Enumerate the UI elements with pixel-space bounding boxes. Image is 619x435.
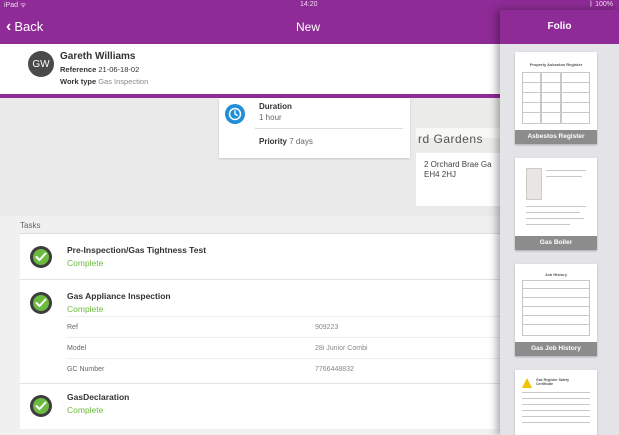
map-street-label: rd Gardens	[418, 132, 484, 146]
reference-value: 21-06-18-02	[98, 65, 140, 74]
client-name: Gareth Williams	[60, 51, 136, 62]
back-button-label: Back	[14, 19, 44, 34]
detail-row-model: Model 28i Junior Combi	[67, 337, 500, 358]
thumbnail-heading: Property Asbestos Register	[529, 62, 583, 67]
clock-icon	[225, 104, 245, 124]
detail-value: 7766448832	[315, 366, 354, 373]
detail-key: Ref	[67, 324, 78, 331]
status-bar: iPad ᯤ 14:20 ᛒ 100%	[0, 0, 619, 10]
folio-document-gas-boiler[interactable]: Gas Boiler	[515, 158, 597, 250]
document-caption: Gas Boiler	[515, 236, 597, 250]
avatar: GW	[28, 51, 54, 77]
warning-icon	[522, 378, 532, 388]
folio-document-asbestos-register[interactable]: Property Asbestos Register Asbestos Regi…	[515, 52, 597, 144]
folio-title: Folio	[500, 10, 619, 44]
thumbnail-heading: Gas Register Safety Certificate	[536, 378, 570, 386]
document-thumbnail	[520, 162, 592, 232]
nav-bar: ‹ Back New	[0, 10, 500, 44]
page-title: New	[296, 20, 321, 34]
address-line2: EH4 2HJ	[424, 170, 457, 179]
work-type-row: Work type Gas Inspection	[60, 77, 148, 86]
task-status: Complete	[67, 405, 104, 415]
task-status: Complete	[67, 258, 104, 268]
detail-key: Model	[67, 345, 87, 352]
document-thumbnail: Gas Register Safety Certificate	[520, 374, 592, 435]
thumbnail-heading: Job History	[544, 272, 567, 277]
job-details-area: Duration 1 hour Priority 7 days rd Garde…	[0, 98, 500, 216]
client-header: GW Gareth Williams Reference 21-06-18-02…	[0, 44, 500, 94]
map-view[interactable]: rd Gardens	[416, 98, 500, 153]
priority-value: 7 days	[289, 137, 313, 146]
complete-check-icon	[30, 292, 52, 314]
task-item[interactable]: GasDeclaration Complete	[20, 384, 500, 430]
document-thumbnail: Job History	[520, 268, 592, 338]
duration-value: 1 hour	[259, 113, 282, 122]
task-list: Pre-Inspection/Gas Tightness Test Comple…	[20, 233, 500, 429]
task-title: Pre-Inspection/Gas Tightness Test	[67, 245, 207, 255]
job-info-card: Duration 1 hour Priority 7 days	[219, 98, 410, 158]
address-line1: 2 Orchard Brae Ga	[424, 160, 492, 169]
task-title: GasDeclaration	[67, 392, 130, 402]
reference-label: Reference	[60, 65, 97, 74]
detail-value: 28i Junior Combi	[315, 345, 368, 352]
folio-document-gas-safety-certificate[interactable]: Gas Register Safety Certificate	[515, 370, 597, 435]
tasks-section-label: Tasks	[20, 221, 41, 230]
work-type-value: Gas Inspection	[98, 77, 149, 86]
status-time: 14:20	[300, 1, 318, 8]
folio-panel: Folio Property Asbestos Register Asbesto…	[500, 10, 619, 435]
task-item[interactable]: Gas Appliance Inspection Complete Ref 90…	[20, 280, 500, 384]
chevron-left-icon: ‹	[6, 17, 12, 35]
folio-document-gas-job-history[interactable]: Job History Gas Job History	[515, 264, 597, 356]
priority-row: Priority 7 days	[259, 137, 313, 146]
location-card[interactable]: rd Gardens 2 Orchard Brae Ga EH4 2HJ	[416, 98, 500, 206]
detail-key: GC Number	[67, 366, 105, 373]
task-item[interactable]: Pre-Inspection/Gas Tightness Test Comple…	[20, 234, 500, 280]
document-caption: Asbestos Register	[515, 130, 597, 144]
complete-check-icon	[30, 246, 52, 268]
reference-row: Reference 21-06-18-02	[60, 65, 139, 74]
work-type-label: Work type	[60, 77, 97, 86]
device-wifi-label: iPad ᯤ	[4, 2, 27, 9]
document-thumbnail: Property Asbestos Register	[520, 56, 592, 126]
divider	[255, 128, 403, 129]
detail-row-gc-number: GC Number 7766448832	[67, 358, 500, 379]
priority-label: Priority	[259, 137, 288, 146]
detail-value: 909223	[315, 324, 339, 331]
back-button[interactable]: ‹ Back	[6, 17, 44, 35]
task-title: Gas Appliance Inspection	[67, 291, 171, 301]
task-status: Complete	[67, 304, 104, 314]
detail-row-ref: Ref 909223	[67, 316, 500, 337]
battery-indicator: ᛒ 100%	[588, 1, 613, 8]
complete-check-icon	[30, 395, 52, 417]
duration-label: Duration	[259, 102, 292, 111]
document-caption: Gas Job History	[515, 342, 597, 356]
